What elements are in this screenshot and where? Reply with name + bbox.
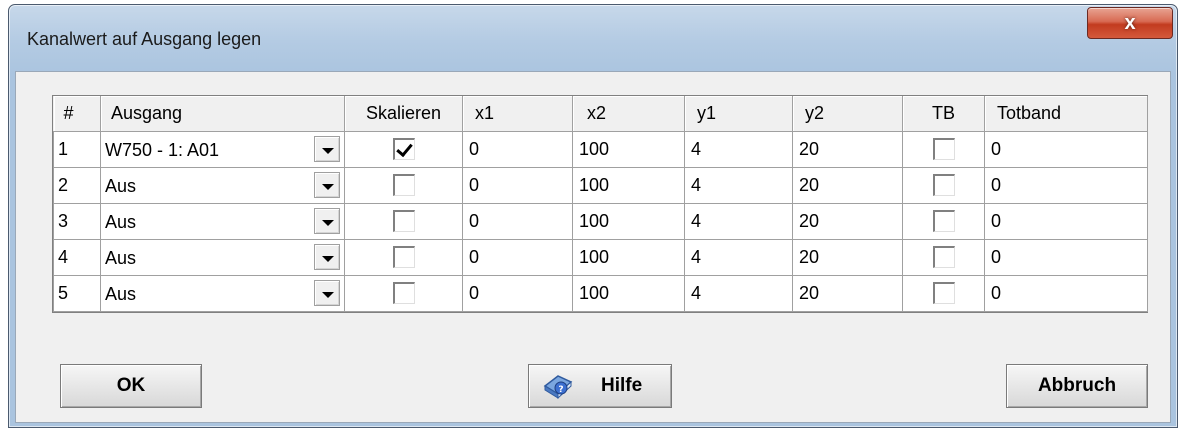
help-button[interactable]: ? Hilfe: [528, 364, 672, 408]
svg-text:?: ?: [558, 385, 563, 395]
cell-totband[interactable]: 0: [984, 166, 1148, 204]
column-header-y1: y1: [684, 96, 793, 132]
cancel-button-label: Abbruch: [1037, 375, 1117, 396]
cell-ausgang-dropdown[interactable]: Aus: [100, 166, 345, 204]
cell-x1[interactable]: 0: [462, 166, 573, 204]
cell-x1[interactable]: 0: [462, 274, 573, 312]
tb-checkbox[interactable]: [932, 282, 955, 305]
ok-button[interactable]: OK: [60, 364, 202, 408]
cell-ausgang-dropdown[interactable]: Aus: [100, 274, 345, 312]
tb-checkbox-cell: [902, 202, 985, 240]
skalieren-checkbox-cell: [344, 238, 463, 276]
cell-y2[interactable]: 20: [792, 130, 903, 168]
cell-totband[interactable]: 0: [984, 202, 1148, 240]
chevron-down-icon[interactable]: [314, 279, 340, 306]
tb-checkbox[interactable]: [932, 210, 955, 233]
skalieren-checkbox[interactable]: [392, 210, 415, 233]
column-header-y2: y2: [792, 96, 903, 132]
dialog-window: Kanalwert auf Ausgang legen x # Ausgang …: [8, 4, 1178, 428]
skalieren-checkbox-cell: [344, 166, 463, 204]
cell-totband[interactable]: 0: [984, 130, 1148, 168]
tb-checkbox[interactable]: [932, 174, 955, 197]
skalieren-checkbox[interactable]: [392, 282, 415, 305]
cell-row-number[interactable]: 3: [53, 202, 101, 240]
skalieren-checkbox[interactable]: [392, 138, 415, 161]
column-header-tb: TB: [902, 96, 985, 132]
cell-ausgang-dropdown[interactable]: Aus: [100, 238, 345, 276]
cell-x1[interactable]: 0: [462, 130, 573, 168]
skalieren-checkbox-cell: [344, 202, 463, 240]
table-row: 4 Aus 0 100 4 20 0: [53, 238, 1148, 276]
ausgang-value: Aus: [105, 175, 137, 196]
cell-totband[interactable]: 0: [984, 274, 1148, 312]
chevron-down-icon[interactable]: [314, 207, 340, 234]
column-header-ausgang: Ausgang: [100, 96, 345, 132]
column-header-skalieren: Skalieren: [344, 96, 463, 132]
cell-x2[interactable]: 100: [572, 130, 685, 168]
tb-checkbox-cell: [902, 274, 985, 312]
ausgang-value: W750 - 1: A01: [105, 139, 220, 160]
close-icon: x: [1124, 11, 1136, 34]
column-header-totband: Totband: [984, 96, 1148, 132]
channel-grid: # Ausgang Skalieren x1 x2 y1 y2 TB Totba…: [52, 95, 1148, 313]
cell-x1[interactable]: 0: [462, 238, 573, 276]
cell-totband[interactable]: 0: [984, 238, 1148, 276]
table-header-row: # Ausgang Skalieren x1 x2 y1 y2 TB Totba…: [53, 96, 1148, 132]
help-button-label: Hilfe: [601, 375, 643, 396]
cell-y1[interactable]: 4: [684, 274, 793, 312]
cell-y2[interactable]: 20: [792, 238, 903, 276]
ausgang-value: Aus: [105, 283, 137, 304]
column-header-number: #: [53, 96, 101, 132]
ausgang-value: Aus: [105, 211, 137, 232]
column-header-x2: x2: [572, 96, 685, 132]
cell-y1[interactable]: 4: [684, 130, 793, 168]
cell-y2[interactable]: 20: [792, 202, 903, 240]
title-bar[interactable]: Kanalwert auf Ausgang legen x: [9, 5, 1177, 71]
cell-x2[interactable]: 100: [572, 274, 685, 312]
table-body: 1 W750 - 1: A01 0 100 4 20 0 2 Aus 0 100 4 20 0 3 Aus 0 1…: [53, 130, 1148, 312]
table-row: 2 Aus 0 100 4 20 0: [53, 166, 1148, 204]
channel-table: # Ausgang Skalieren x1 x2 y1 y2 TB Totba…: [53, 96, 1148, 312]
dialog-client-area: # Ausgang Skalieren x1 x2 y1 y2 TB Totba…: [15, 71, 1171, 423]
table-row: 5 Aus 0 100 4 20 0: [53, 274, 1148, 312]
tb-checkbox-cell: [902, 130, 985, 168]
chevron-down-icon[interactable]: [314, 135, 340, 162]
cell-y1[interactable]: 4: [684, 238, 793, 276]
ausgang-value: Aus: [105, 247, 137, 268]
cell-y2[interactable]: 20: [792, 274, 903, 312]
tb-checkbox[interactable]: [932, 138, 955, 161]
cancel-button[interactable]: Abbruch: [1006, 364, 1148, 408]
skalieren-checkbox-cell: [344, 130, 463, 168]
table-row: 3 Aus 0 100 4 20 0: [53, 202, 1148, 240]
ok-button-label: OK: [116, 375, 146, 396]
cell-y1[interactable]: 4: [684, 202, 793, 240]
cell-x2[interactable]: 100: [572, 202, 685, 240]
cell-x1[interactable]: 0: [462, 202, 573, 240]
cell-x2[interactable]: 100: [572, 166, 685, 204]
tb-checkbox-cell: [902, 166, 985, 204]
skalieren-checkbox-cell: [344, 274, 463, 312]
window-title: Kanalwert auf Ausgang legen: [27, 29, 262, 49]
table-row: 1 W750 - 1: A01 0 100 4 20 0: [53, 130, 1148, 168]
cell-y2[interactable]: 20: [792, 166, 903, 204]
column-header-x1: x1: [462, 96, 573, 132]
cell-x2[interactable]: 100: [572, 238, 685, 276]
cell-row-number[interactable]: 2: [53, 166, 101, 204]
skalieren-checkbox[interactable]: [392, 174, 415, 197]
skalieren-checkbox[interactable]: [392, 246, 415, 269]
cell-y1[interactable]: 4: [684, 166, 793, 204]
tb-checkbox[interactable]: [932, 246, 955, 269]
cell-row-number[interactable]: 4: [53, 238, 101, 276]
help-book-icon: ?: [543, 375, 573, 400]
chevron-down-icon[interactable]: [314, 243, 340, 270]
cell-ausgang-dropdown[interactable]: Aus: [100, 202, 345, 240]
close-button[interactable]: x: [1087, 7, 1173, 39]
cell-row-number[interactable]: 1: [53, 130, 101, 168]
cell-ausgang-dropdown[interactable]: W750 - 1: A01: [100, 130, 345, 168]
cell-row-number[interactable]: 5: [53, 274, 101, 312]
tb-checkbox-cell: [902, 238, 985, 276]
chevron-down-icon[interactable]: [314, 171, 340, 198]
